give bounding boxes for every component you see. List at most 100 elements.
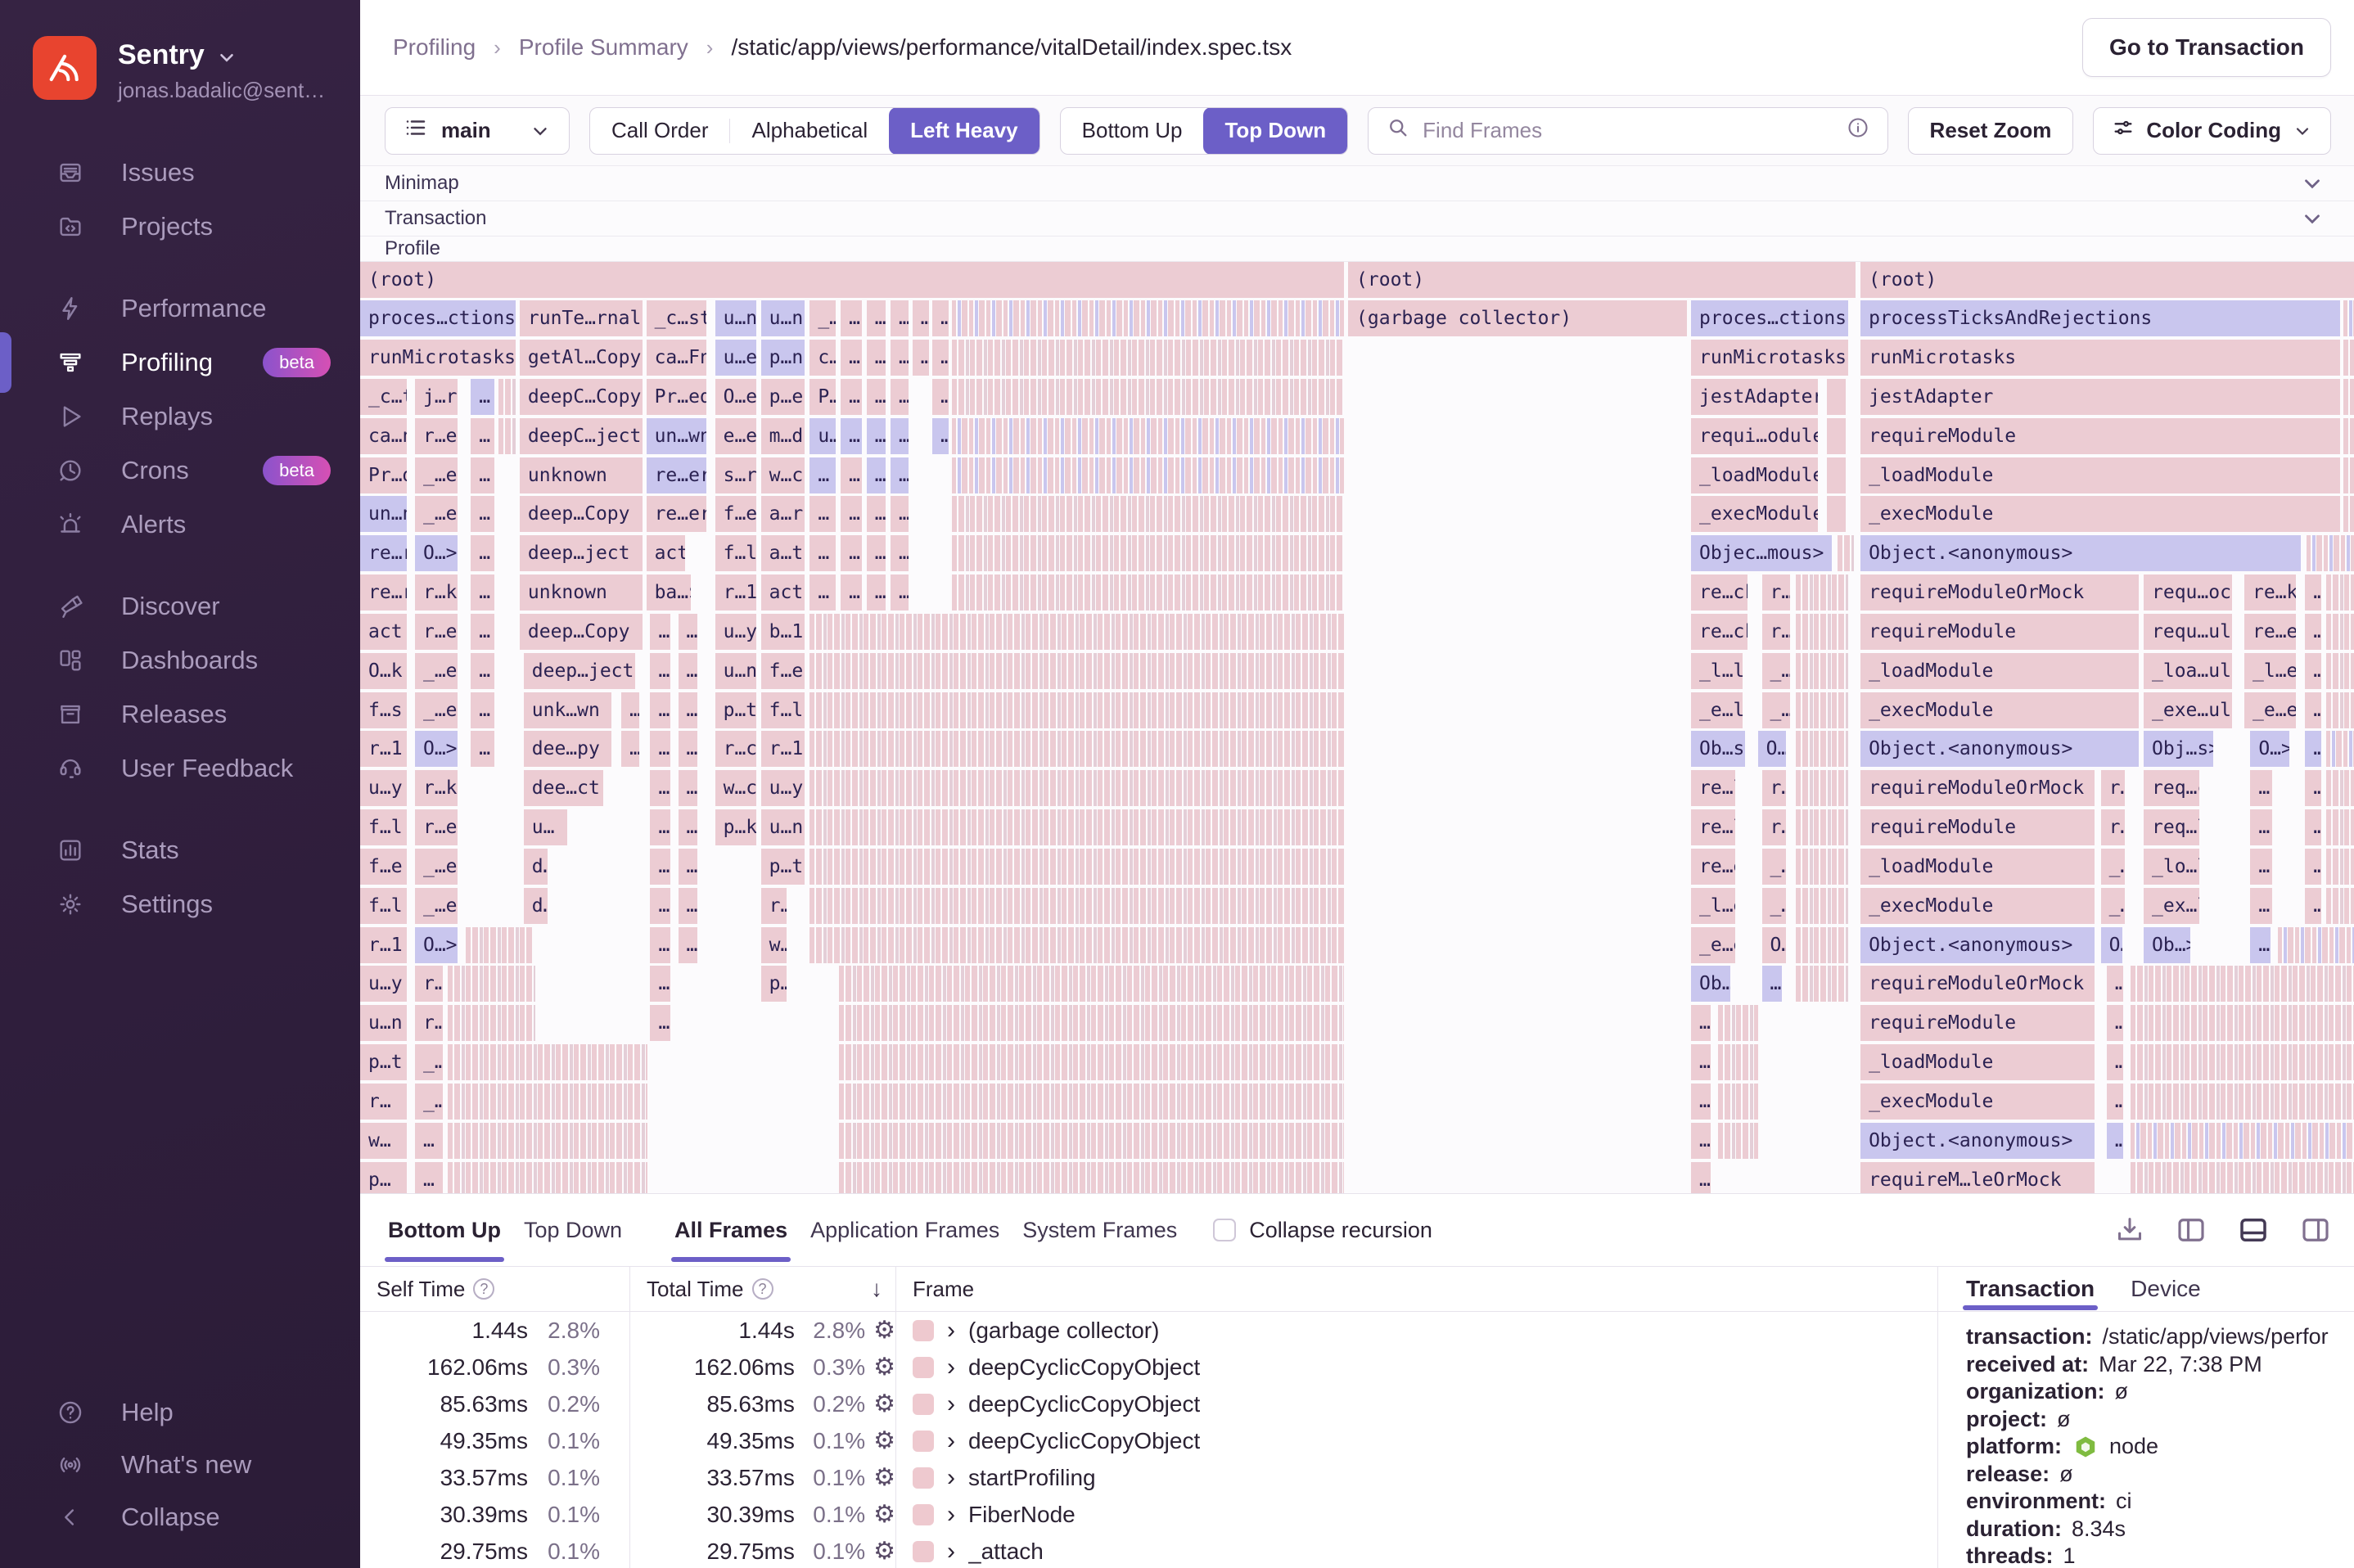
flame-frame[interactable] [952, 379, 1345, 415]
flame-frame[interactable]: … [650, 731, 670, 768]
flame-frame[interactable]: _lo…le [2144, 848, 2200, 885]
flame-frame[interactable] [2325, 574, 2354, 611]
flame-frame[interactable]: Pr…d [360, 457, 408, 493]
flame-frame[interactable]: … [1691, 1122, 1711, 1159]
flame-frame[interactable]: (root) [360, 261, 1345, 298]
table-row[interactable]: 33.57ms 0.1% 33.57ms 0.1% ⚙ › startProfiling [360, 1459, 1937, 1497]
flame-frame[interactable]: … [2305, 652, 2322, 689]
flame-frame[interactable]: … [650, 809, 670, 846]
flame-frame[interactable]: u…n [715, 300, 756, 337]
chevron-right-icon[interactable]: › [947, 1464, 955, 1492]
flame-frame[interactable]: ba…$1 [646, 574, 692, 611]
flame-frame[interactable]: (root) [1348, 261, 1856, 298]
flame-frame[interactable] [1795, 692, 1849, 728]
flame-frame[interactable]: … [678, 692, 697, 728]
flame-frame[interactable]: r…k [414, 574, 458, 611]
flame-frame[interactable]: f…s [360, 692, 408, 728]
flame-frame[interactable] [1826, 379, 1846, 415]
flame-frame[interactable]: _… [1761, 887, 1786, 924]
flame-frame[interactable]: deep…Copy [519, 496, 643, 533]
color-coding-select[interactable]: Color Coding [2093, 106, 2331, 155]
flame-frame[interactable]: … [890, 535, 909, 572]
flame-frame[interactable]: … [678, 731, 697, 768]
flame-frame[interactable]: … [912, 340, 929, 376]
flame-frame[interactable]: u…e [715, 340, 756, 376]
table-row[interactable]: 1.44s 2.8% 1.44s 2.8% ⚙ › (garbage collector) [360, 1312, 1937, 1349]
flame-frame[interactable]: … [841, 496, 862, 533]
flame-frame[interactable] [1795, 770, 1849, 807]
chevron-right-icon[interactable]: › [947, 1427, 955, 1455]
flame-frame[interactable] [1795, 652, 1849, 689]
flame-frame[interactable]: _loadModule [1860, 848, 2095, 885]
flame-frame[interactable] [1795, 926, 1849, 963]
flame-frame[interactable]: … [866, 496, 886, 533]
flame-frame[interactable]: unk…wn [523, 692, 611, 728]
sort-desc-icon[interactable]: ↓ [871, 1276, 882, 1302]
flame-frame[interactable] [809, 613, 1345, 650]
flame-frame[interactable]: act [760, 574, 805, 611]
layout-dock-left-icon[interactable] [2174, 1213, 2208, 1247]
flame-frame[interactable]: … [650, 652, 670, 689]
flame-frame[interactable]: u…n [760, 809, 805, 846]
flame-frame[interactable]: p…t [360, 1044, 408, 1081]
flame-frame[interactable]: … [650, 613, 670, 650]
flame-frame[interactable]: … [841, 535, 862, 572]
flame-frame[interactable] [809, 887, 1345, 924]
flame-frame[interactable]: … [809, 496, 836, 533]
flame-frame[interactable]: … [866, 457, 886, 493]
flame-frame[interactable]: _execModule [1860, 496, 2340, 533]
flame-frame[interactable] [498, 417, 516, 454]
flame-frame[interactable]: f…e [760, 652, 805, 689]
flame-frame[interactable] [2325, 692, 2354, 728]
flame-frame[interactable] [838, 1122, 1345, 1159]
flame-frame[interactable]: _ex…le [2144, 887, 2200, 924]
flame-frame[interactable]: … [866, 340, 886, 376]
flame-frame[interactable]: requireModuleOrMock [1860, 966, 2095, 1003]
details-tab-transaction[interactable]: Transaction [1962, 1267, 2099, 1312]
flame-frame[interactable] [1717, 1122, 1758, 1159]
flame-frame[interactable] [1795, 809, 1849, 846]
flame-frame[interactable] [2343, 340, 2354, 376]
flame-frame[interactable]: requireModule [1860, 417, 2340, 454]
flame-frame[interactable]: w…c [760, 457, 805, 493]
tab-application-frames[interactable]: Application Frames [799, 1193, 1011, 1267]
flame-frame[interactable]: r…1 [715, 574, 756, 611]
flame-frame[interactable]: _e…e [2244, 692, 2297, 728]
sidebar-item-collapse[interactable]: Collapse [0, 1491, 360, 1543]
flame-frame[interactable]: proces…ctions [1691, 300, 1849, 337]
flame-frame[interactable] [2306, 535, 2354, 572]
flame-frame[interactable]: O… [1757, 731, 1786, 768]
flame-frame[interactable]: r… [1761, 574, 1790, 611]
flame-frame[interactable]: … [809, 457, 836, 493]
gear-icon[interactable]: ⚙ [873, 1465, 895, 1490]
flame-frame[interactable]: … [678, 848, 697, 885]
flame-frame[interactable] [2325, 613, 2354, 650]
flame-frame[interactable]: req…ck [2144, 770, 2200, 807]
flame-frame[interactable]: f…l [715, 535, 756, 572]
sidebar-item-releases[interactable]: Releases [0, 687, 360, 741]
flame-frame[interactable]: … [650, 966, 670, 1003]
flame-frame[interactable] [2343, 300, 2354, 337]
sidebar-item-projects[interactable]: Projects [0, 200, 360, 254]
flame-frame[interactable]: … [471, 574, 495, 611]
minimap-section[interactable]: Minimap [360, 166, 2354, 202]
flame-frame[interactable]: act [646, 535, 686, 572]
flame-frame[interactable]: … [890, 574, 909, 611]
flame-frame[interactable]: _execModule [1860, 887, 2095, 924]
flame-frame[interactable]: d… [523, 848, 548, 885]
flamegraph[interactable]: (root) (root) (root) proces…ctions runTe…rna… [360, 261, 2354, 1194]
self-time-header[interactable]: Self Time ? [360, 1267, 630, 1312]
flame-frame[interactable] [1795, 574, 1849, 611]
flame-frame[interactable] [809, 809, 1345, 846]
flame-frame[interactable]: … [2106, 966, 2123, 1003]
frame-cell[interactable]: › deepCyclicCopyObject [896, 1354, 1937, 1381]
flame-frame[interactable]: _e…le [1691, 692, 1743, 728]
sidebar-item-settings[interactable]: Settings [0, 877, 360, 931]
flame-frame[interactable]: … [471, 496, 495, 533]
flame-frame[interactable]: … [1691, 1161, 1711, 1194]
sidebar-item-replays[interactable]: Replays [0, 390, 360, 444]
flame-frame[interactable] [952, 535, 1345, 572]
frame-cell[interactable]: › (garbage collector) [896, 1317, 1937, 1345]
flame-frame[interactable]: r… [1761, 613, 1790, 650]
flame-frame[interactable]: dee…ct [523, 770, 604, 807]
